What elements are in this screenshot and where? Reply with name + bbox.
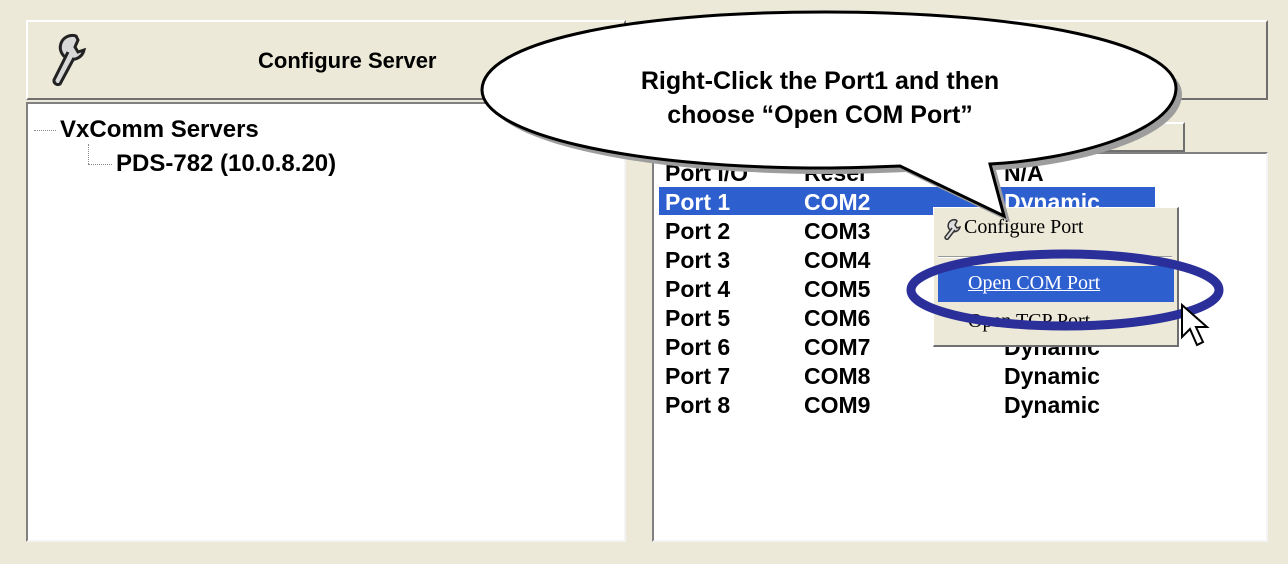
port-table-cell-mode[interactable]: Dynamic xyxy=(1004,392,1100,419)
configure-server-label: Configure Server xyxy=(258,48,437,73)
tree-root-vxcomm-servers[interactable]: VxComm Servers xyxy=(60,116,259,144)
callout-text: Right-Click the Port1 and then choose “O… xyxy=(520,64,1120,132)
callout-line-1: Right-Click the Port1 and then xyxy=(640,67,1000,95)
tree-connector xyxy=(88,144,89,164)
wrench-icon xyxy=(46,30,96,90)
port-table-cell-port[interactable]: Port 7 xyxy=(665,363,730,390)
speech-callout xyxy=(480,10,1182,222)
port-table-cell-mode[interactable]: Dynamic xyxy=(1004,363,1100,390)
port-table-cell-port[interactable]: Port 6 xyxy=(665,334,730,361)
tree-connector xyxy=(88,164,112,165)
tree-node-pds-782[interactable]: PDS-782 (10.0.8.20) xyxy=(116,150,336,178)
port-table-cell-port[interactable]: Port 5 xyxy=(665,305,730,332)
port-table-cell-com[interactable]: COM6 xyxy=(804,305,870,332)
port-table-cell-com[interactable]: COM9 xyxy=(804,392,870,419)
mouse-pointer-icon xyxy=(1181,303,1210,347)
port-table-cell-port[interactable]: Port 8 xyxy=(665,392,730,419)
port-table-cell-com[interactable]: COM8 xyxy=(804,363,870,390)
callout-line-2: choose “Open COM Port” xyxy=(667,101,973,129)
tree-connector xyxy=(34,130,56,131)
port-table-cell-com[interactable]: COM7 xyxy=(804,334,870,361)
